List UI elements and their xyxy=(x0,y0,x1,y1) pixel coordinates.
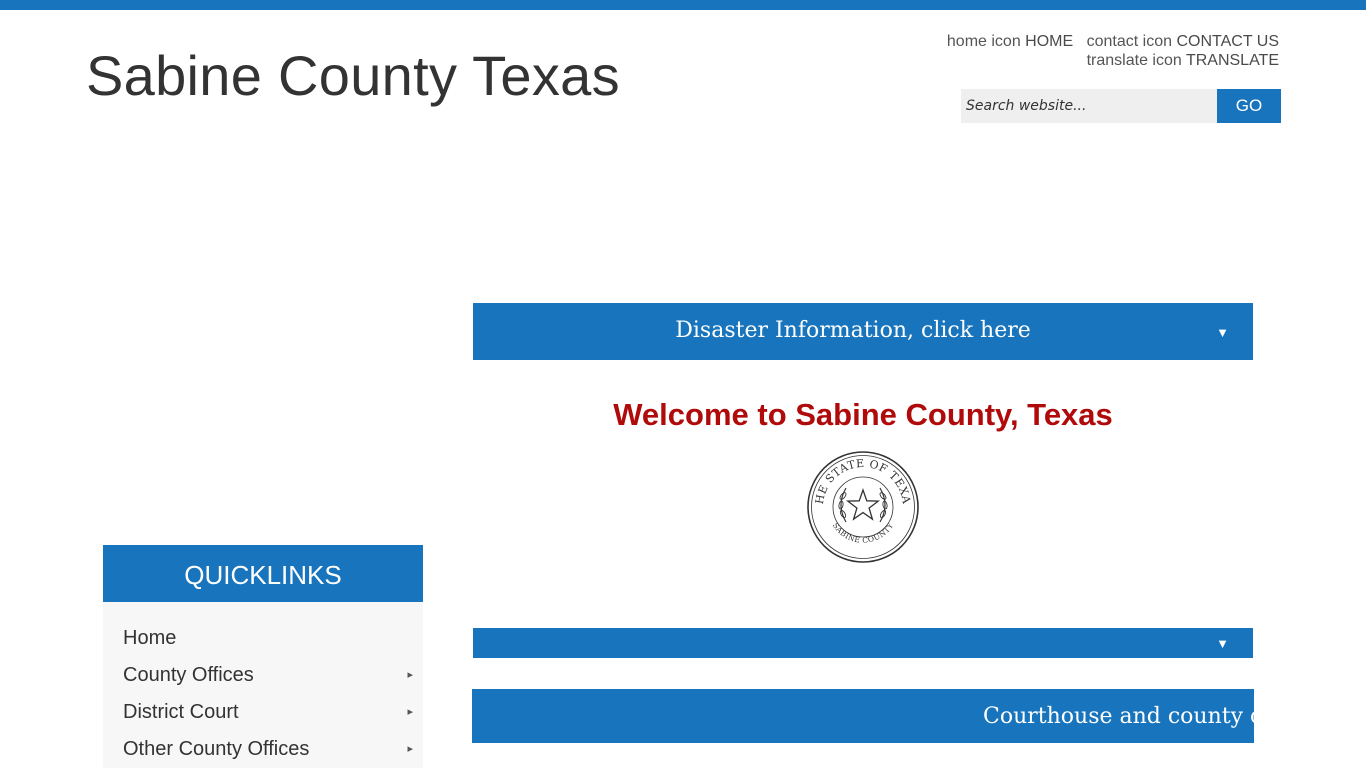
quicklinks-menu: Home County Offices ▸ District Court ▸ O… xyxy=(103,602,423,768)
caret-right-icon: ▸ xyxy=(407,706,413,718)
contact-icon: contact icon xyxy=(1086,33,1173,50)
quicklinks-header: QUICKLINKS xyxy=(103,545,423,602)
texas-seal-logo: THE STATE OF TEXAS SABINE COUNTY xyxy=(806,450,919,563)
quicklink-label: Other County Offices xyxy=(123,738,310,760)
translate-link[interactable]: translate icon TRANSLATE xyxy=(1087,51,1279,70)
secondary-accordion[interactable]: ▼ xyxy=(473,628,1253,658)
disaster-info-accordion[interactable]: Disaster Information, click here ▼ xyxy=(473,303,1253,360)
translate-label: TRANSLATE xyxy=(1185,52,1279,69)
caret-down-icon: ▼ xyxy=(1216,636,1229,651)
home-link[interactable]: home icon HOME xyxy=(947,32,1073,51)
home-link-label: HOME xyxy=(1025,33,1074,50)
contact-us-label: CONTACT US xyxy=(1176,33,1279,50)
search-go-button[interactable]: GO xyxy=(1217,89,1281,123)
courthouse-banner: Courthouse and county offices xyxy=(472,689,1254,743)
contact-us-link[interactable]: contact icon CONTACT US xyxy=(1087,32,1279,51)
quicklink-county-offices[interactable]: County Offices ▸ xyxy=(123,660,413,690)
utility-nav-row-2: translate icon TRANSLATE xyxy=(1078,51,1279,70)
translate-icon: translate icon xyxy=(1086,52,1182,69)
quicklink-label: County Offices xyxy=(123,664,254,686)
top-accent-bar xyxy=(0,0,1366,10)
caret-right-icon: ▸ xyxy=(407,669,413,681)
search-input[interactable] xyxy=(961,89,1217,123)
utility-nav-row-1: home icon HOME contact icon CONTACT US xyxy=(938,32,1279,51)
caret-down-icon: ▼ xyxy=(1216,325,1229,340)
home-icon: home icon xyxy=(946,33,1021,50)
caret-right-icon: ▸ xyxy=(407,743,413,755)
disaster-info-label: Disaster Information, click here xyxy=(675,318,1031,343)
quicklink-other-county-offices[interactable]: Other County Offices ▸ xyxy=(123,734,413,764)
quicklink-label: District Court xyxy=(123,701,239,723)
quicklink-label: Home xyxy=(123,627,177,649)
quicklink-district-court[interactable]: District Court ▸ xyxy=(123,697,413,727)
courthouse-banner-text: Courthouse and county offices xyxy=(983,704,1254,729)
quicklink-home[interactable]: Home xyxy=(123,623,413,653)
welcome-heading: Welcome to Sabine County, Texas xyxy=(613,397,1113,432)
site-title[interactable]: Sabine County Texas xyxy=(86,44,620,108)
